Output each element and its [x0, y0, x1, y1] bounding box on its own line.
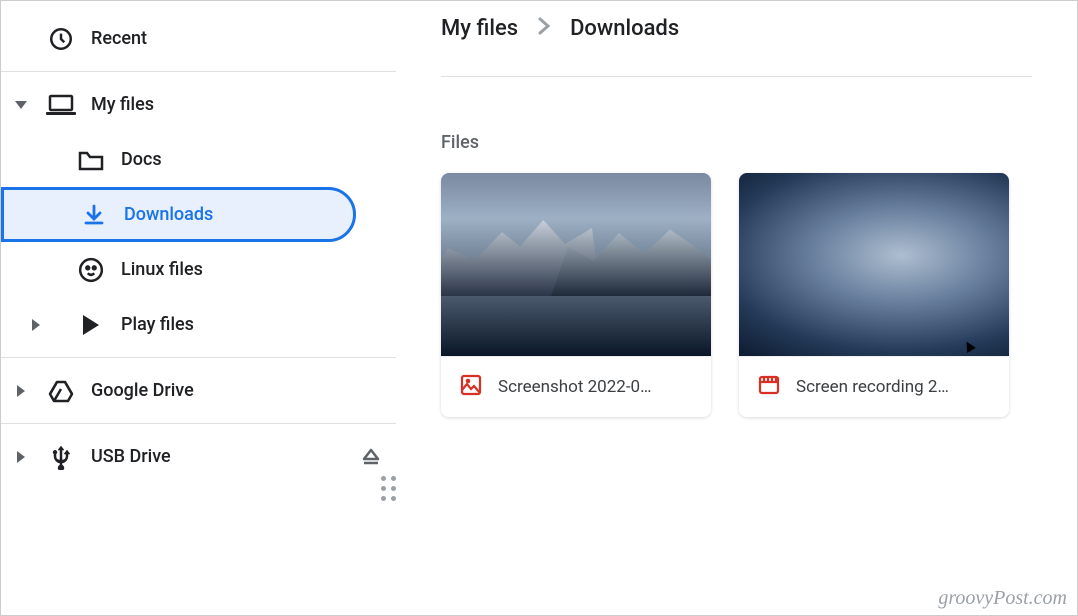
sidebar-item-label: Play files — [111, 314, 396, 335]
watermark: groovyPost.com — [938, 587, 1067, 610]
chevron-right-icon[interactable] — [1, 451, 41, 463]
folder-icon — [71, 149, 111, 171]
files-grid: Screenshot 2022-0… Screen recording 2… — [441, 173, 1032, 417]
chevron-right-icon[interactable] — [1, 319, 71, 331]
breadcrumb-current: Downloads — [570, 16, 679, 41]
main-pane: My files Downloads Files Screenshot 2022… — [396, 1, 1077, 615]
section-title: Files — [441, 132, 1032, 153]
divider — [1, 71, 396, 72]
sidebar-item-label: Docs — [111, 149, 396, 170]
chevron-right-icon — [538, 16, 550, 41]
download-icon — [74, 203, 114, 227]
sidebar-item-label: Downloads — [114, 204, 353, 225]
sidebar: Recent My files Docs Downloads — [1, 1, 396, 615]
clock-icon — [41, 26, 81, 52]
chevron-right-icon[interactable] — [1, 385, 41, 397]
file-name: Screen recording 2… — [796, 377, 949, 397]
penguin-icon — [71, 257, 111, 283]
sidebar-item-recent[interactable]: Recent — [1, 11, 396, 66]
laptop-icon — [41, 94, 81, 116]
play-store-icon — [71, 313, 111, 337]
sidebar-item-docs[interactable]: Docs — [1, 132, 396, 187]
file-thumbnail — [441, 173, 711, 356]
sidebar-item-label: Google Drive — [81, 380, 396, 401]
breadcrumb: My files Downloads — [441, 16, 1032, 77]
sidebar-item-label: Recent — [81, 28, 396, 49]
chevron-down-icon[interactable] — [1, 101, 41, 109]
sidebar-item-my-files[interactable]: My files — [1, 77, 396, 132]
video-icon — [757, 373, 781, 401]
divider — [1, 423, 396, 424]
file-card-footer: Screenshot 2022-0… — [441, 356, 711, 417]
file-name: Screenshot 2022-0… — [498, 377, 651, 397]
google-drive-icon — [41, 379, 81, 403]
sidebar-item-google-drive[interactable]: Google Drive — [1, 363, 396, 418]
file-card-footer: Screen recording 2… — [739, 356, 1009, 417]
sidebar-item-label: My files — [81, 94, 396, 115]
sidebar-item-label: Linux files — [111, 259, 396, 280]
divider — [1, 357, 396, 358]
image-icon — [459, 373, 483, 401]
file-thumbnail — [739, 173, 1009, 356]
sidebar-item-linux-files[interactable]: Linux files — [1, 242, 396, 297]
sidebar-item-label: USB Drive — [81, 446, 346, 467]
usb-icon — [41, 444, 81, 470]
file-card[interactable]: Screen recording 2… — [739, 173, 1009, 417]
sidebar-item-downloads[interactable]: Downloads — [1, 187, 356, 242]
sidebar-item-usb-drive[interactable]: USB Drive — [1, 429, 396, 484]
breadcrumb-root[interactable]: My files — [441, 16, 518, 41]
sidebar-item-play-files[interactable]: Play files — [1, 297, 396, 352]
file-card[interactable]: Screenshot 2022-0… — [441, 173, 711, 417]
eject-icon[interactable] — [346, 447, 396, 467]
